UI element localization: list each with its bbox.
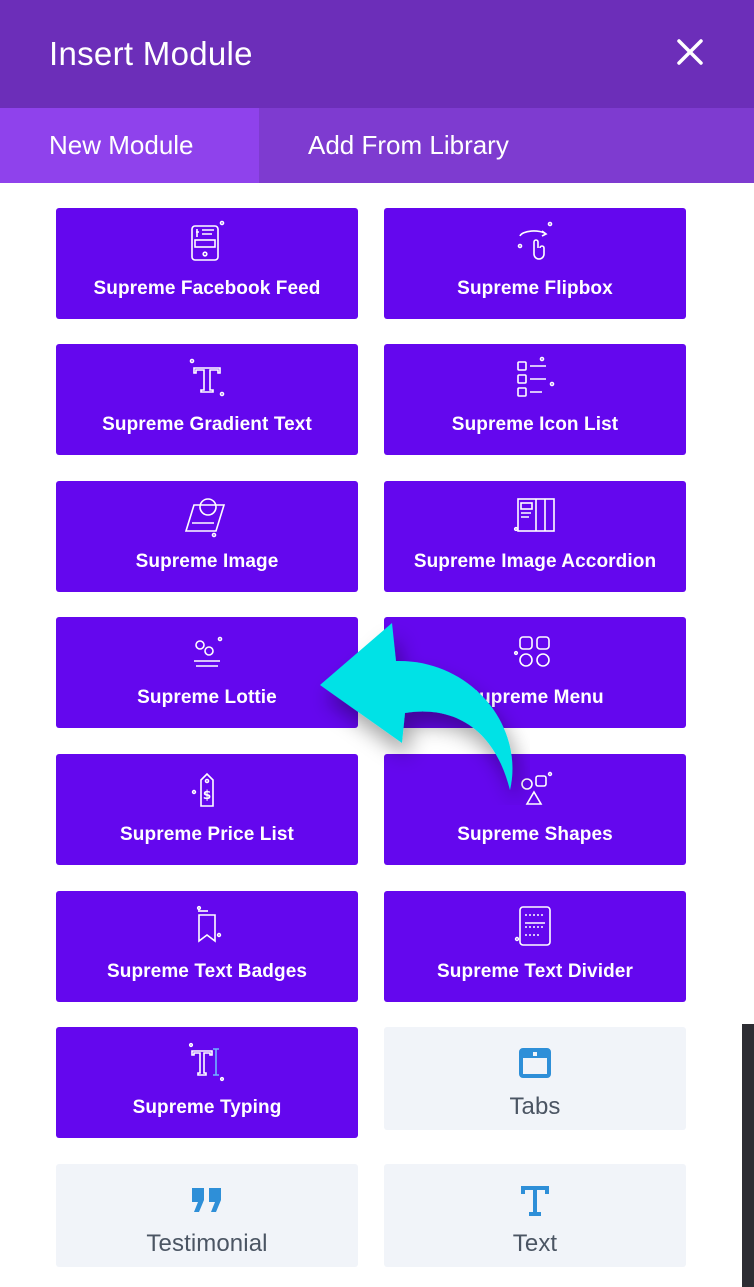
tabs-icon [515, 1043, 555, 1083]
module-supreme-image-accordion[interactable]: Supreme Image Accordion [384, 481, 686, 592]
image-icon [184, 493, 230, 539]
tab-bar: New Module Add From Library [0, 108, 754, 183]
module-tabs[interactable]: Tabs [384, 1027, 686, 1130]
typing-icon [184, 1039, 230, 1085]
module-label: Supreme Text Divider [437, 961, 633, 982]
text-divider-icon [512, 903, 558, 949]
module-label: Supreme Image Accordion [413, 551, 657, 572]
module-supreme-gradient-text[interactable]: Supreme Gradient Text [56, 344, 358, 455]
icon-list-icon [512, 356, 558, 402]
quote-icon [187, 1180, 227, 1220]
module-supreme-image[interactable]: Supreme Image [56, 481, 358, 592]
module-label: Supreme Gradient Text [102, 414, 312, 435]
svg-text:$: $ [203, 788, 211, 802]
module-label: Supreme Menu [466, 687, 604, 708]
module-supreme-typing[interactable]: Supreme Typing [56, 1027, 358, 1138]
module-label: Supreme Facebook Feed [93, 278, 321, 299]
module-supreme-text-divider[interactable]: Supreme Text Divider [384, 891, 686, 1002]
module-supreme-lottie[interactable]: Supreme Lottie [56, 617, 358, 728]
module-supreme-price-list[interactable]: $ Supreme Price List [56, 754, 358, 865]
image-accordion-icon [512, 493, 558, 539]
module-label: Supreme Price List [120, 824, 294, 845]
module-supreme-facebook-feed[interactable]: Supreme Facebook Feed [56, 208, 358, 319]
module-label: Supreme Image [135, 551, 279, 572]
module-label: Text [512, 1230, 558, 1257]
module-label: Supreme Shapes [457, 824, 613, 845]
module-text[interactable]: Text [384, 1164, 686, 1267]
module-supreme-menu[interactable]: Supreme Menu [384, 617, 686, 728]
close-icon[interactable] [676, 38, 704, 66]
tab-new-module[interactable]: New Module [0, 108, 259, 183]
flipbox-icon [512, 220, 558, 266]
facebook-feed-icon [184, 220, 230, 266]
tab-label: New Module [49, 130, 194, 160]
tab-add-from-library[interactable]: Add From Library [259, 108, 509, 183]
modal-header: Insert Module [0, 0, 754, 108]
module-testimonial[interactable]: Testimonial [56, 1164, 358, 1267]
module-label: Tabs [509, 1093, 561, 1120]
module-supreme-text-badges[interactable]: Supreme Text Badges [56, 891, 358, 1002]
module-supreme-flipbox[interactable]: Supreme Flipbox [384, 208, 686, 319]
menu-icon [512, 629, 558, 675]
module-label: Supreme Flipbox [457, 278, 613, 299]
lottie-icon [184, 629, 230, 675]
text-badges-icon [184, 903, 230, 949]
module-label: Supreme Text Badges [106, 961, 308, 982]
module-supreme-icon-list[interactable]: Supreme Icon List [384, 344, 686, 455]
shapes-icon [512, 766, 558, 812]
module-supreme-shapes[interactable]: Supreme Shapes [384, 754, 686, 865]
module-label: Supreme Icon List [451, 414, 619, 435]
module-label: Supreme Typing [132, 1097, 282, 1118]
tab-label: Add From Library [308, 130, 509, 160]
module-label: Supreme Lottie [137, 687, 277, 708]
module-grid: Supreme Facebook Feed Supreme Flipbox Su… [0, 183, 754, 1287]
module-label: Testimonial [146, 1230, 268, 1257]
gradient-text-icon [184, 356, 230, 402]
modal-title: Insert Module [49, 35, 253, 72]
price-list-icon: $ [184, 766, 230, 812]
scrollbar[interactable] [742, 1024, 754, 1287]
text-icon [515, 1180, 555, 1220]
